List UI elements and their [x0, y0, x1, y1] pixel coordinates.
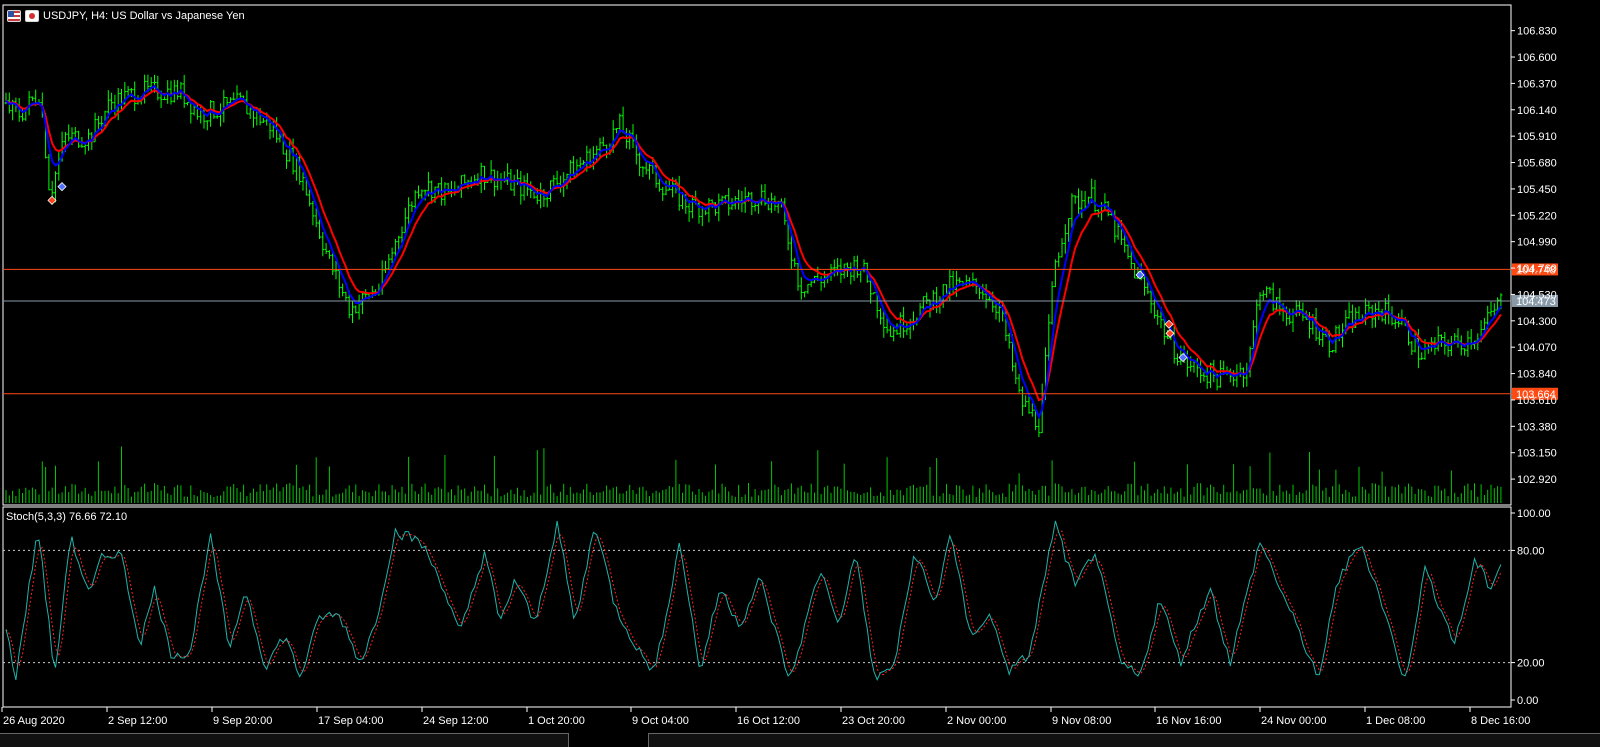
price-tick-label: 104.990 [1517, 237, 1557, 249]
time-tick-label: 17 Sep 04:00 [318, 715, 383, 727]
price-tick-label: 104.070 [1517, 342, 1557, 354]
time-tick-label: 16 Oct 12:00 [737, 715, 800, 727]
time-tick-label: 2 Nov 00:00 [947, 715, 1006, 727]
chart-tab-left[interactable] [0, 733, 569, 747]
price-tick-label: 105.680 [1517, 158, 1557, 170]
stoch-tick-label: 20.00 [1517, 658, 1545, 670]
stoch-tick-label: 100.00 [1517, 508, 1551, 520]
price-tick-label: 102.920 [1517, 474, 1557, 486]
price-tick-label: 103.840 [1517, 369, 1557, 381]
time-tick-label: 2 Sep 12:00 [108, 715, 167, 727]
time-tick-label: 26 Aug 2020 [3, 715, 65, 727]
price-tick-label: 105.450 [1517, 184, 1557, 196]
time-tick-label: 16 Nov 16:00 [1156, 715, 1221, 727]
stoch-tick-label: 80.00 [1517, 545, 1545, 557]
price-tick-label: 106.140 [1517, 105, 1557, 117]
price-tick-label: 106.370 [1517, 78, 1557, 90]
price-tick-label: 104.760 [1517, 263, 1557, 275]
price-tick-label: 105.220 [1517, 210, 1557, 222]
time-tick-label: 9 Oct 04:00 [632, 715, 689, 727]
time-tick-label: 9 Sep 20:00 [213, 715, 272, 727]
price-tick-label: 105.910 [1517, 131, 1557, 143]
time-tick-label: 1 Dec 08:00 [1366, 715, 1425, 727]
price-tick-label: 106.830 [1517, 26, 1557, 38]
time-tick-label: 8 Dec 16:00 [1471, 715, 1530, 727]
price-tick-label: 104.300 [1517, 316, 1557, 328]
chart-tab-right[interactable] [648, 733, 1600, 747]
symbol-title: USDJPY, H4: US Dollar vs Japanese Yen [43, 10, 245, 22]
time-tick-label: 24 Nov 00:00 [1261, 715, 1326, 727]
price-tick-label: 103.150 [1517, 448, 1557, 460]
time-tick-label: 1 Oct 20:00 [528, 715, 585, 727]
jp-flag-icon [25, 10, 39, 22]
price-tick-label: 104.530 [1517, 289, 1557, 301]
price-tick-label: 103.610 [1517, 395, 1557, 407]
time-tick-label: 24 Sep 12:00 [423, 715, 488, 727]
stoch-indicator-label: Stoch(5,3,3) 76.66 72.10 [6, 511, 128, 523]
us-flag-icon [7, 10, 21, 22]
time-tick-label: 23 Oct 20:00 [842, 715, 905, 727]
chart-title: USDJPY, H4: US Dollar vs Japanese Yen [7, 8, 245, 24]
price-tick-label: 103.380 [1517, 421, 1557, 433]
trading-chart[interactable]: 104.748104.473103.664 106.830106.600106.… [0, 0, 1600, 746]
stoch-tick-label: 0.00 [1517, 695, 1538, 707]
price-tick-label: 106.600 [1517, 52, 1557, 64]
time-tick-label: 9 Nov 08:00 [1052, 715, 1111, 727]
